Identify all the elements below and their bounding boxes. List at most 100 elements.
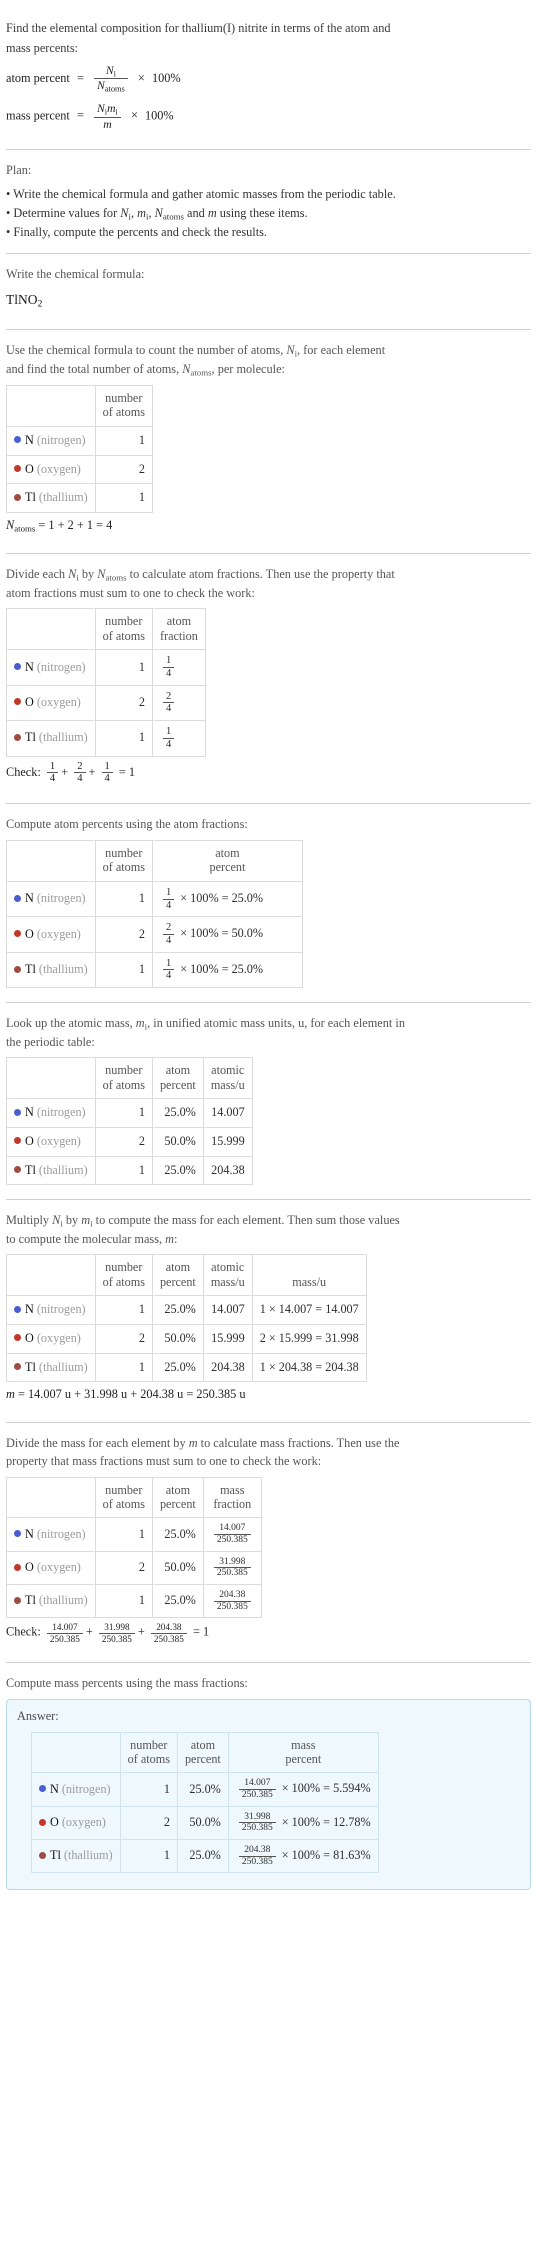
element-symbol: O [50, 1815, 59, 1830]
plan-item-3: • Finally, compute the percents and chec… [6, 224, 267, 239]
equals-sign: = [76, 70, 84, 85]
element-symbol: N [25, 432, 34, 447]
count-Ni: N [286, 343, 295, 358]
element-name: (oxygen) [36, 926, 81, 941]
molmass-prompt-a: Multiply [6, 1213, 53, 1228]
header-line-1: atom [165, 1063, 191, 1078]
mass-product-value: 1 × 204.38 = 204.38 [251, 1352, 367, 1383]
check-term-3: 14 [101, 761, 113, 786]
atom-count-value: 2 [94, 1550, 153, 1586]
element-color-dot-icon [14, 894, 21, 902]
element-color-dot-icon [39, 1818, 46, 1826]
molmass-prompt-c: to compute the mass for each element. Th… [92, 1213, 400, 1228]
element-cell-Tl: Tl (thallium) [6, 1352, 96, 1383]
molecular-mass-step: Multiply Ni by mi to compute the mass fo… [6, 1200, 531, 1422]
fraction-numerator: 1 [165, 655, 172, 667]
plan-item-2: • Determine values for Ni, mi, Natoms an… [6, 205, 531, 223]
plan-item-1: • Write the chemical formula and gather … [6, 186, 396, 201]
element-cell-Tl: Tl (thallium) [6, 951, 96, 989]
plan-m: m [207, 205, 217, 220]
corner-cell [6, 385, 96, 427]
element-symbol: O [25, 1560, 34, 1575]
atom-percent-value: 25.0% [176, 1772, 229, 1807]
element-color-dot-icon [39, 1785, 46, 1793]
atom-percent-value: 25.0% [151, 1098, 204, 1128]
mass-percent-result: × 100% = 81.63% [281, 1848, 371, 1863]
problem-line-2: mass percents: [6, 40, 79, 55]
table-row: O (oxygen) 2 50.0% 15.999 2 × 15.999 = 3… [6, 1323, 367, 1354]
element-color-dot-icon [39, 1851, 46, 1859]
total-atoms-expression: = 1 + 2 + 1 = 4 [38, 517, 113, 532]
corner-cell [31, 1731, 121, 1774]
atom-percent-value: 25.0% [151, 1352, 204, 1383]
header-line-1: atom [166, 614, 192, 629]
header-line-1: mass [291, 1737, 316, 1752]
Natoms-denominator-sub: atoms [104, 84, 125, 94]
atom-percent-step: Compute atom percents using the atom fra… [6, 804, 531, 1002]
mass-fraction-prompt-line-2: property that mass fractions must sum to… [6, 1453, 322, 1468]
mass-percent-value: 14.007 250.385 × 100% = 5.594% [227, 1772, 379, 1807]
problem-statement-step: Find the elemental composition for thall… [6, 8, 531, 149]
fraction-denominator: 4 [162, 898, 175, 912]
fraction-numerator: 31.998 [244, 1811, 271, 1822]
corner-cell [6, 1476, 96, 1519]
atom-count-value: 1 [94, 1517, 153, 1552]
plan-item-2-pre: • Determine values for [6, 205, 121, 220]
table-header-row: number of atoms atom percent mass percent [31, 1731, 379, 1774]
fraction-denominator: 4 [162, 666, 175, 680]
atomic-mass-value: 15.999 [202, 1323, 253, 1354]
molmass-prompt-d: to compute the molecular mass, [6, 1231, 166, 1246]
fraction-denominator: 250.385 [98, 1632, 135, 1644]
final-answer-table: number of atoms atom percent mass percent N… [31, 1731, 379, 1874]
element-name: (oxygen) [36, 1330, 81, 1345]
header-number-of-atoms: number of atoms [94, 1057, 153, 1100]
check-term-1: 14 [46, 761, 59, 786]
table-header-row: number of atoms atom percent [6, 840, 303, 882]
table-header-row: number of atoms atom percent mass fraction [6, 1476, 262, 1519]
atom-percent-value: 24 × 100% = 50.0% [151, 916, 303, 953]
element-symbol: Tl [25, 1359, 36, 1374]
header-number-of-atoms: number of atoms [94, 385, 153, 427]
fraction-numerator: 1 [165, 886, 172, 898]
atom-count-table: number of atoms N (nitrogen) 1 O (oxygen… [6, 385, 153, 513]
plan-and: and [183, 205, 208, 220]
atom-fraction-value: 14 [151, 720, 206, 757]
molecular-mass-prompt-line-1: Multiply Ni by mi to compute the mass fo… [6, 1212, 531, 1230]
atom-percent-prompt: Compute atom percents using the atom fra… [6, 817, 248, 832]
atom-percent-value: 25.0% [151, 1295, 204, 1325]
mass-percent-formula-label: mass percent [6, 108, 70, 123]
table-header-row: number of atoms atom percent atomic mass/u … [6, 1254, 367, 1297]
atom-count-value: 1 [94, 483, 153, 513]
header-atom-percent: atom percent [151, 840, 303, 882]
mass-percent-value: 31.998 250.385 × 100% = 12.78% [227, 1805, 379, 1841]
element-color-dot-icon [14, 1334, 21, 1342]
element-cell-Tl: Tl (thallium) [31, 1839, 121, 1874]
element-color-dot-icon [14, 1563, 21, 1571]
atom-count-value: 1 [119, 1772, 178, 1807]
atom-count-value: 1 [119, 1839, 178, 1874]
check-label: Check: [6, 764, 41, 779]
fraction: 14 [162, 655, 175, 680]
atomic-mass-table: number of atoms atom percent atomic mass/u … [6, 1057, 253, 1186]
table-row: N (nitrogen) 1 25.0% 14.007 [6, 1098, 253, 1128]
header-line-1: atom [165, 1260, 191, 1275]
table-row: O (oxygen) 2 24 × 100% = 50.0% [6, 916, 303, 953]
header-line-1: number [130, 1737, 168, 1752]
atomic-mass-prompt-line-1: Look up the atomic mass, mi, in unified … [6, 1015, 531, 1033]
corner-cell [6, 1254, 96, 1297]
element-cell-N: N (nitrogen) [31, 1772, 121, 1807]
element-color-dot-icon [14, 663, 21, 670]
table-row: N (nitrogen) 1 14 × 100% = 25.0% [6, 880, 303, 918]
header-line-2: percent [159, 1077, 196, 1092]
element-color-dot-icon [14, 436, 21, 444]
element-cell-O: O (oxygen) [31, 1805, 121, 1841]
atom-percent-value: 50.0% [151, 1550, 204, 1586]
element-cell-N: N (nitrogen) [6, 1295, 96, 1325]
percent-result: × 100% = 50.0% [180, 926, 264, 941]
Natoms-denominator: N [96, 79, 105, 93]
element-symbol: O [25, 461, 34, 476]
percent-result: × 100% = 25.0% [180, 961, 264, 976]
fraction-denominator: 250.385 [46, 1632, 83, 1644]
count-Natoms-sub: atoms [190, 367, 212, 378]
element-name: (thallium) [38, 1359, 88, 1374]
